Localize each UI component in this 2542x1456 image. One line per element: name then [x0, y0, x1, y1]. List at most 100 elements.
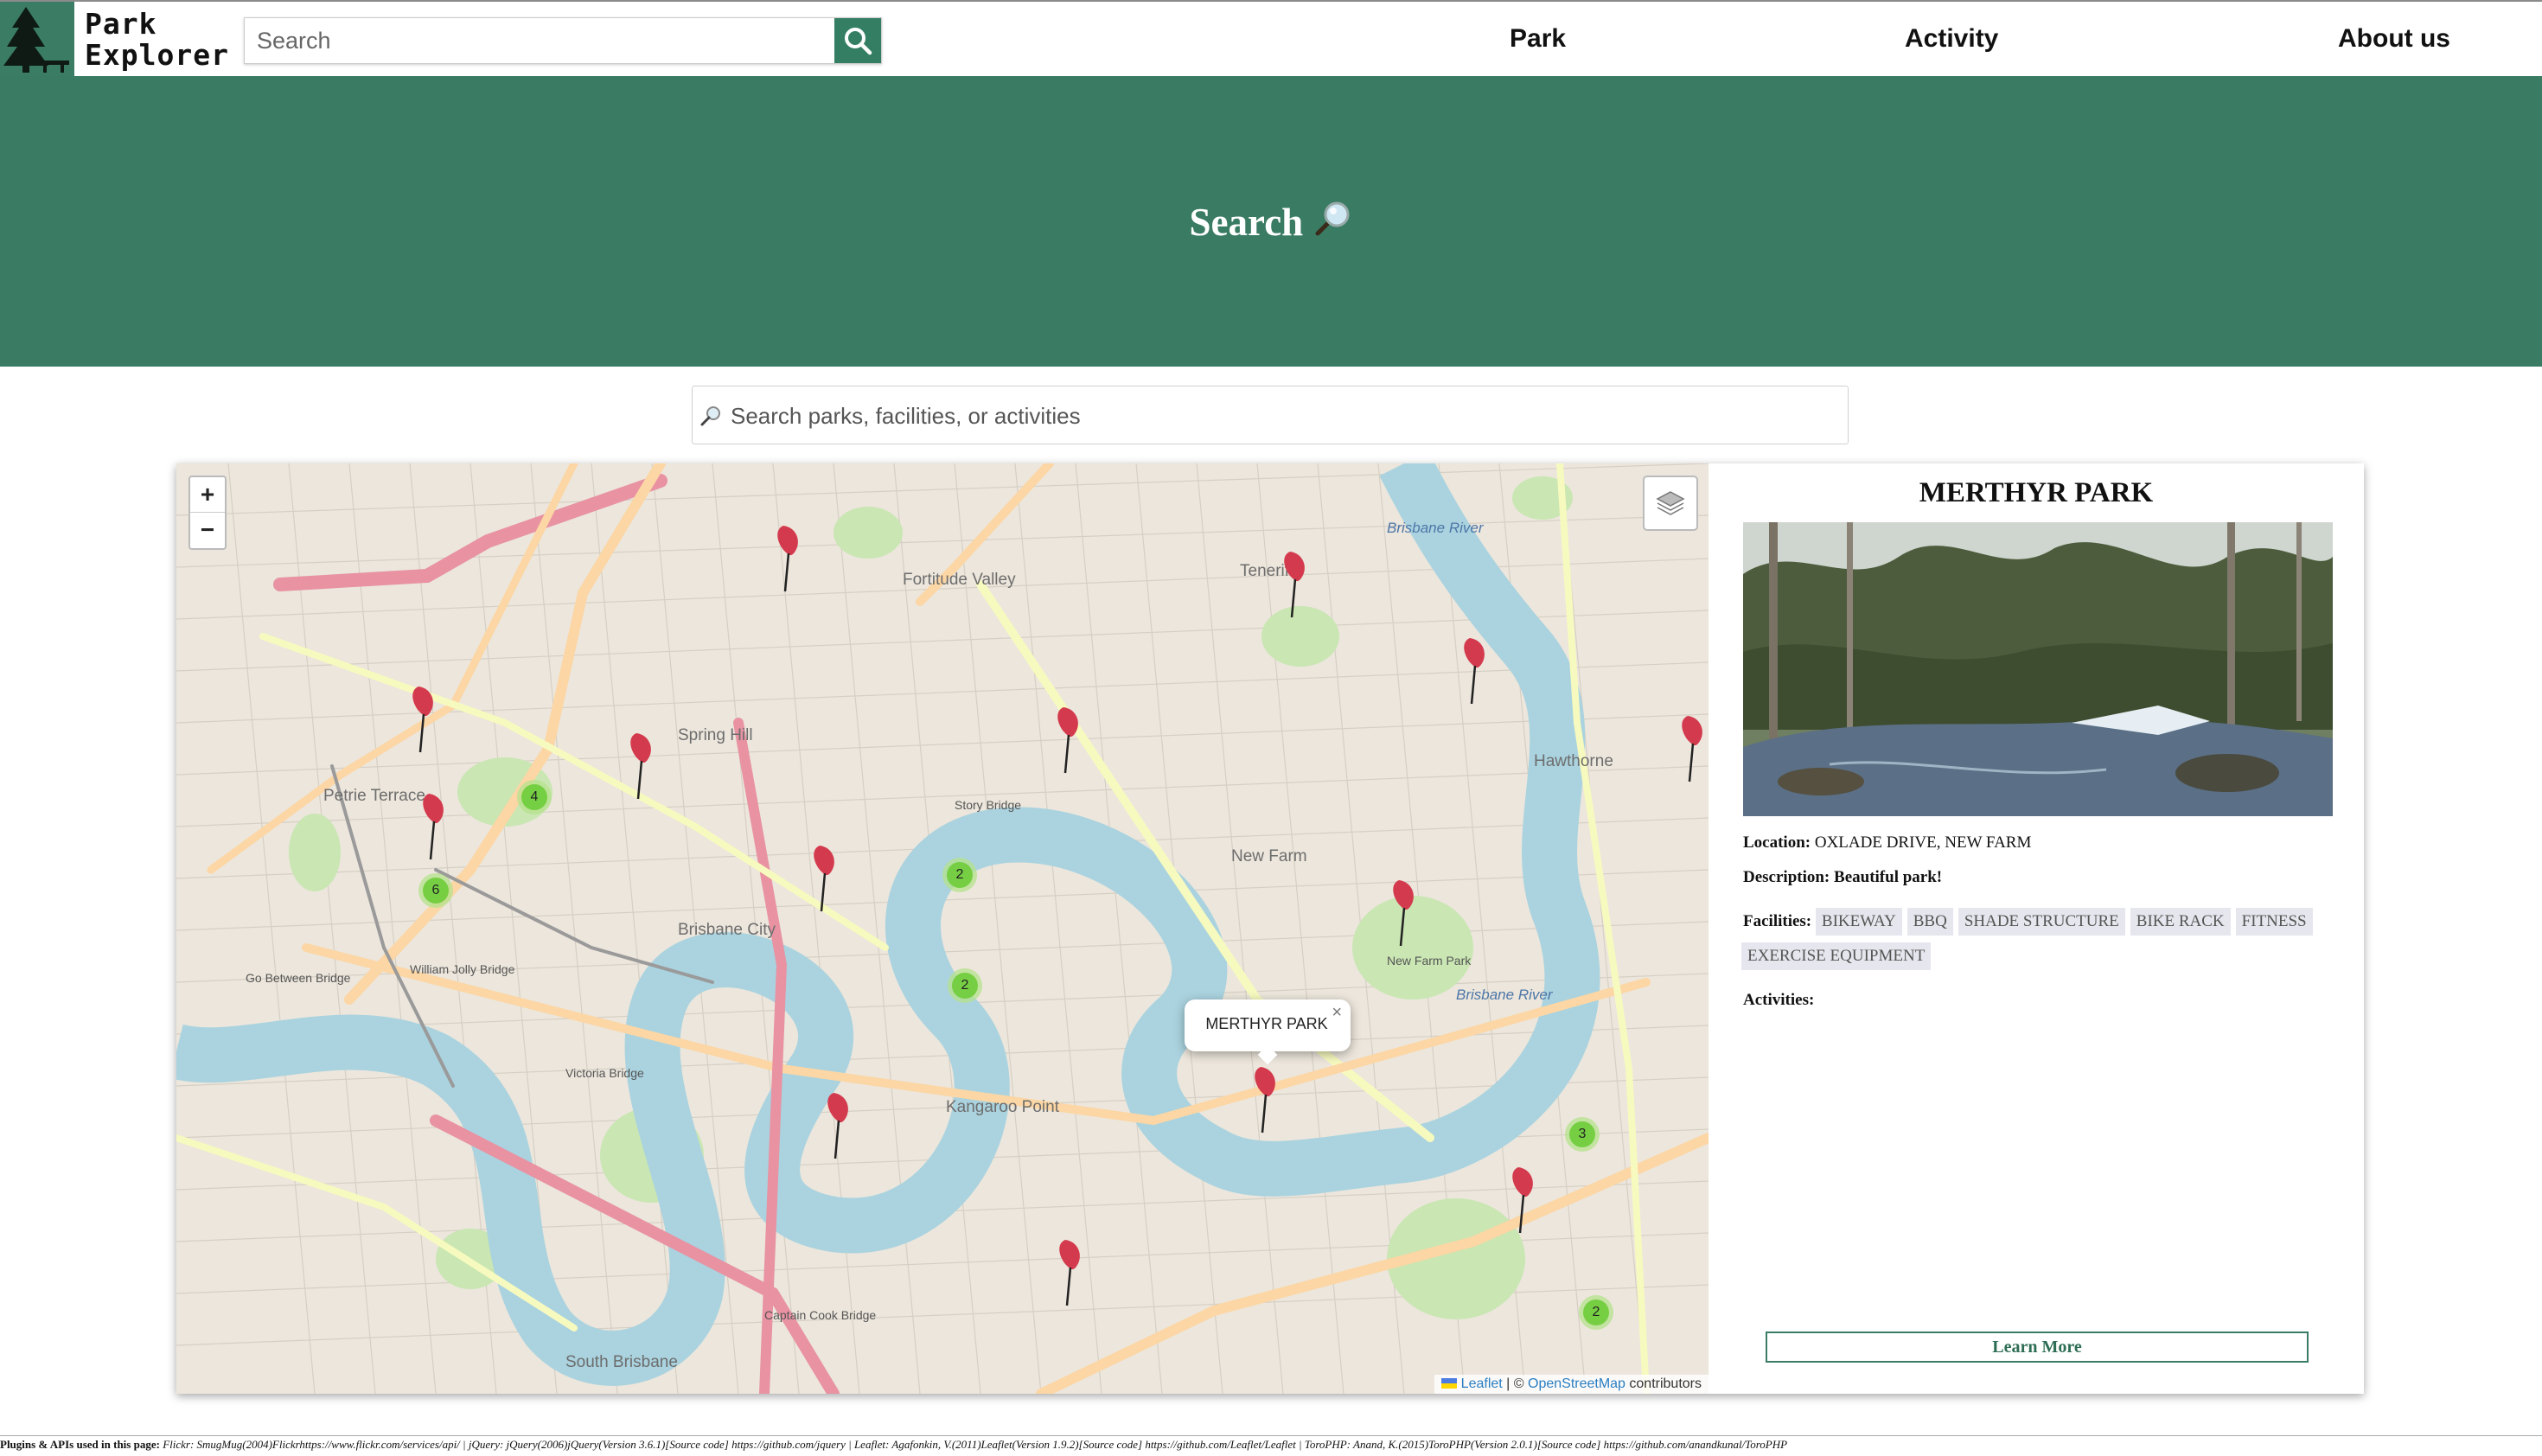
- map-label-captain-cook-bridge: Captain Cook Bridge: [764, 1308, 876, 1322]
- zoom-out-button[interactable]: −: [190, 513, 225, 547]
- description-label: Description:: [1743, 868, 1830, 886]
- facility-tag: BIKEWAY: [1815, 908, 1902, 936]
- popup-close-button[interactable]: ×: [1332, 1003, 1342, 1023]
- park-pin-icon[interactable]: [1055, 1238, 1089, 1307]
- park-pin-icon[interactable]: [418, 792, 453, 861]
- park-name-heading: MERTHYR PARK: [1919, 477, 2154, 508]
- park-pin-icon[interactable]: [1508, 1165, 1542, 1235]
- magnifier-emoji-icon: [1315, 201, 1350, 236]
- park-pin-icon[interactable]: [1459, 636, 1494, 706]
- cluster-count: 3: [1569, 1121, 1595, 1147]
- learn-more-button[interactable]: Learn More: [1766, 1331, 2309, 1363]
- park-pin-icon[interactable]: [809, 844, 844, 913]
- zoom-control: + −: [188, 476, 227, 550]
- hero-title-text: Search: [1189, 201, 1304, 244]
- search-icon: [845, 28, 872, 55]
- park-pin-icon[interactable]: [408, 685, 443, 754]
- hero-banner: Search: [0, 76, 2542, 367]
- facility-tag: BBQ: [1906, 908, 1953, 936]
- nav-link-park[interactable]: Park: [1510, 24, 1566, 54]
- facility-tag: BIKE RACK: [2130, 908, 2231, 936]
- description-value: Beautiful park!: [1830, 868, 1943, 886]
- facilities-list: Facilities: BIKEWAY BBQ SHADE STRUCTURE BIK…: [1741, 904, 2340, 974]
- park-search-box: [692, 386, 1849, 445]
- map-label-new-farm-park: New Farm Park: [1387, 954, 1472, 967]
- brand-name[interactable]: Park Explorer: [85, 9, 229, 71]
- park-pin-icon[interactable]: [1677, 714, 1709, 783]
- park-pin-icon[interactable]: [773, 524, 808, 593]
- map-tiles[interactable]: Fortitude Valley Spring Hill Petrie Terr…: [176, 463, 1709, 1394]
- marker-cluster[interactable]: 4: [517, 780, 552, 814]
- cluster-count: 2: [952, 973, 978, 999]
- footer-text: Flickr: SmugMug(2004)Flickrhttps://www.f…: [159, 1438, 1788, 1451]
- leaflet-link[interactable]: Leaflet: [1461, 1376, 1503, 1391]
- facility-tag: FITNESS: [2235, 908, 2313, 936]
- map-label-river-east: Brisbane River: [1456, 987, 1554, 1003]
- park-photo: [1743, 522, 2333, 816]
- nav-link-about-us[interactable]: About us: [2338, 24, 2450, 54]
- layers-control-button[interactable]: [1643, 476, 1698, 531]
- tree-logo-icon[interactable]: [0, 2, 74, 76]
- park-details-panel: MERTHYR PARK Location: OXLADE DRIVE, NEW…: [1709, 463, 2364, 1394]
- nav-search-input[interactable]: [245, 18, 831, 63]
- park-activities: Activities:: [1743, 991, 1814, 1010]
- park-location: Location: OXLADE DRIVE, NEW FARM: [1743, 833, 2031, 853]
- map-label-victoria-bridge: Victoria Bridge: [565, 1066, 644, 1080]
- park-pin-icon[interactable]: [1053, 706, 1088, 775]
- park-map[interactable]: Fortitude Valley Spring Hill Petrie Terr…: [176, 463, 1709, 1394]
- cluster-count: 4: [521, 784, 547, 810]
- popup-title: MERTHYR PARK: [1205, 1015, 1328, 1032]
- map-label-william-jolly-bridge: William Jolly Bridge: [410, 962, 515, 976]
- location-label: Location:: [1743, 833, 1811, 852]
- park-pin-icon[interactable]: [1280, 550, 1314, 619]
- brand-line-1: Park: [85, 7, 157, 41]
- map-label-fortitude-valley: Fortitude Valley: [903, 571, 1016, 589]
- map-label-south-brisbane: South Brisbane: [565, 1353, 678, 1371]
- nav-search-button[interactable]: [834, 18, 881, 63]
- layers-icon: [1656, 491, 1685, 515]
- hero-title: Search: [0, 199, 2542, 245]
- map-label-petrie-terrace: Petrie Terrace: [323, 787, 425, 805]
- marker-cluster[interactable]: 2: [942, 858, 977, 892]
- openstreetmap-link[interactable]: OpenStreetMap: [1528, 1376, 1625, 1391]
- top-navbar: Park Explorer Park Activity About us: [0, 0, 2542, 76]
- zoom-in-button[interactable]: +: [190, 477, 225, 513]
- activities-label: Activities:: [1743, 991, 1815, 1009]
- facility-tag: SHADE STRUCTURE: [1958, 908, 2125, 936]
- park-pin-icon[interactable]: [626, 731, 661, 801]
- park-pin-icon[interactable]: [823, 1091, 858, 1160]
- marker-cluster[interactable]: 6: [418, 873, 453, 908]
- map-label-river-north: Brisbane River: [1387, 520, 1485, 536]
- ukraine-flag-icon: [1441, 1378, 1458, 1389]
- search-magnifier-icon: [700, 406, 720, 426]
- brand-line-2: Explorer: [85, 38, 229, 72]
- map-attribution: Leaflet | © OpenStreetMap contributors: [1434, 1375, 1709, 1394]
- attribution-separator: | ©: [1502, 1376, 1528, 1391]
- cluster-count: 6: [423, 878, 449, 904]
- map-label-kangaroo-point: Kangaroo Point: [946, 1098, 1060, 1116]
- footer-label: Plugins & APIs used in this page:: [0, 1438, 160, 1451]
- map-card: Fortitude Valley Spring Hill Petrie Terr…: [176, 463, 2364, 1394]
- nav-link-activity[interactable]: Activity: [1905, 24, 1998, 54]
- facility-tag: EXERCISE EQUIPMENT: [1741, 942, 1932, 970]
- map-popup: MERTHYR PARK ×: [1185, 999, 1351, 1065]
- marker-cluster[interactable]: 3: [1565, 1117, 1600, 1152]
- cluster-count: 2: [1583, 1300, 1609, 1325]
- location-value: OXLADE DRIVE, NEW FARM: [1811, 833, 2032, 852]
- selected-park-pin-icon[interactable]: [1250, 1065, 1285, 1134]
- footer-divider: [0, 1435, 2542, 1436]
- marker-cluster[interactable]: 2: [948, 968, 982, 1003]
- map-label-spring-hill: Spring Hill: [678, 726, 753, 744]
- map-label-hawthorne: Hawthorne: [1534, 752, 1613, 770]
- map-label-story-bridge: Story Bridge: [955, 798, 1021, 812]
- map-label-go-between-bridge: Go Between Bridge: [246, 971, 351, 985]
- map-label-new-farm: New Farm: [1231, 847, 1307, 865]
- attribution-tail: contributors: [1625, 1376, 1702, 1391]
- park-pin-icon[interactable]: [1389, 878, 1423, 948]
- nav-search-box: [244, 17, 882, 64]
- marker-cluster[interactable]: 2: [1579, 1295, 1613, 1330]
- park-search-input[interactable]: [729, 386, 1839, 445]
- park-description: Description: Beautiful park!: [1743, 868, 1942, 887]
- map-label-brisbane-city: Brisbane City: [678, 921, 776, 939]
- cluster-count: 2: [947, 862, 973, 888]
